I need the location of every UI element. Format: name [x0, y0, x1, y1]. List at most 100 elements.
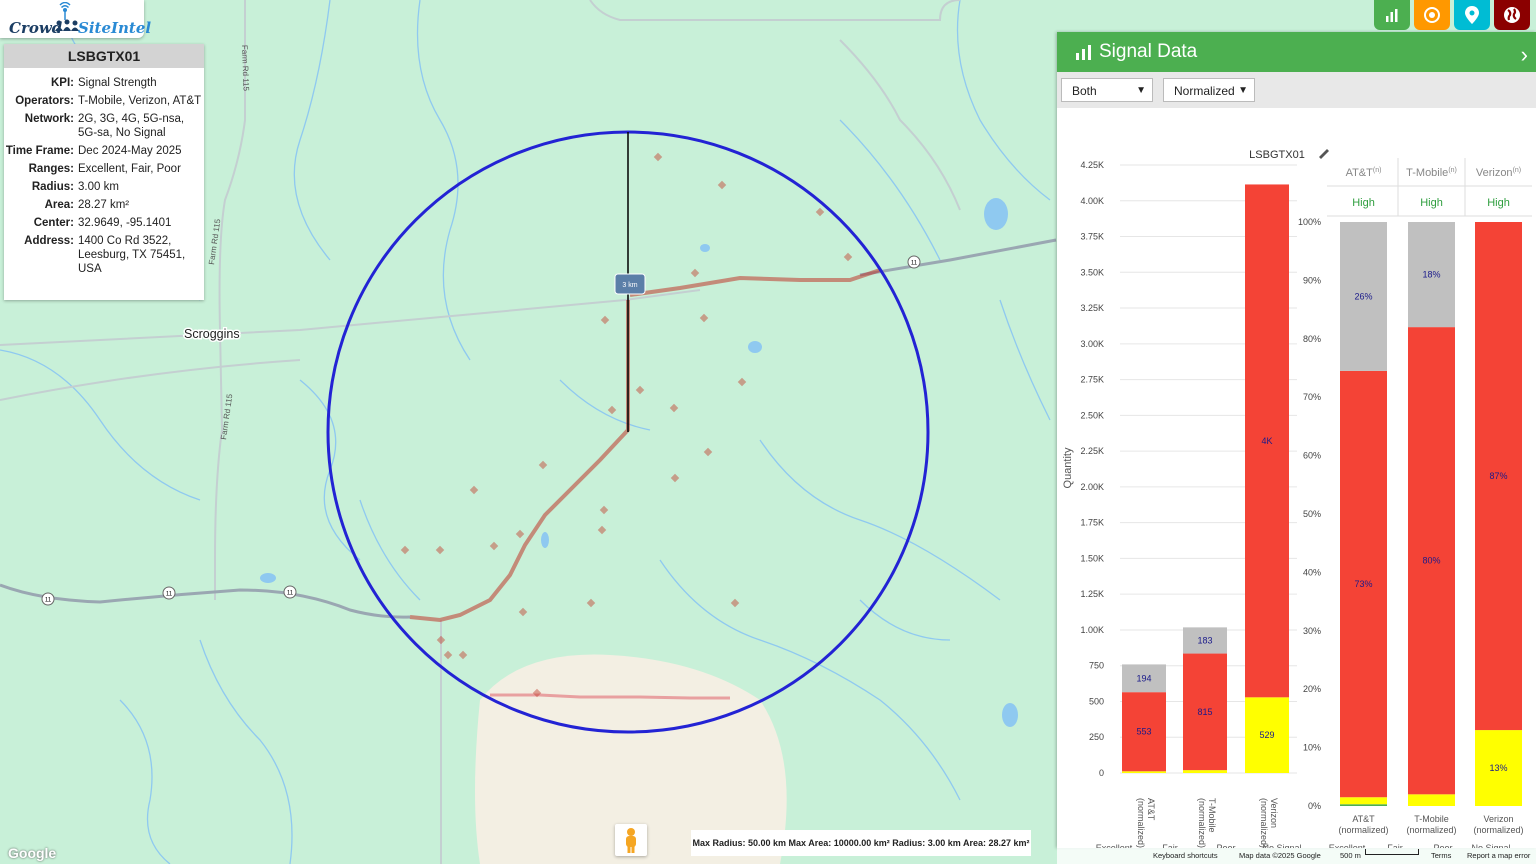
logo-site-text: SiteIntel: [78, 19, 152, 37]
column-header: T-Mobile(n): [1406, 167, 1457, 179]
report-error-link[interactable]: Report a map error: [1467, 851, 1530, 860]
radius-info-text: Max Radius: 50.00 km Max Area: 10000.00 …: [692, 838, 1030, 848]
x-tick-label: AT&T: [1146, 798, 1156, 821]
site-title: LSBGTX01: [4, 44, 204, 68]
data-label: 13%: [1489, 763, 1507, 773]
y-tick-label: 3.50K: [1080, 267, 1104, 277]
x-tick-label: (normalized): [1259, 798, 1269, 848]
data-label: 73%: [1354, 579, 1372, 589]
keyboard-shortcuts-link[interactable]: Keyboard shortcuts: [1153, 851, 1218, 860]
y-tick-label: 2.25K: [1080, 446, 1104, 456]
x-tick-label: T-Mobile: [1414, 814, 1449, 824]
site-info-panel: LSBGTX01 KPI: Signal Strength Operators: T-…: [4, 44, 204, 300]
y-tick-label: 2.00K: [1080, 482, 1104, 492]
signal-charts: 0 250 500 750 1.00K 1.25K 1.50K 1.75K 2.00K 2.25K…: [1062, 149, 1532, 848]
bar-segment: [1122, 771, 1166, 773]
info-row: Address: 1400 Co Rd 3522, Leesburg, TX 75…: [4, 234, 202, 280]
y-tick-label: 50%: [1303, 509, 1321, 519]
info-row: Area: 28.27 km²: [4, 198, 202, 216]
y-tick-label: 90%: [1303, 275, 1321, 285]
data-label: 18%: [1422, 270, 1440, 280]
scale-label: 500 m: [1340, 851, 1361, 860]
y-tick-label: 4.25K: [1080, 160, 1104, 170]
bar-chart-icon: [1386, 9, 1398, 22]
terms-link[interactable]: Terms: [1431, 851, 1451, 860]
info-key: Center:: [33, 217, 74, 229]
y-tick-label: 30%: [1303, 626, 1321, 636]
data-label: 194: [1136, 673, 1151, 683]
info-key: Area:: [44, 199, 74, 211]
y-tick-label: 20%: [1303, 684, 1321, 694]
bar-segment: [1408, 794, 1455, 806]
y-tick-label: 3.75K: [1080, 232, 1104, 242]
x-tick-label: (normalized): [1136, 798, 1146, 848]
x-tick-label: (normalized): [1406, 825, 1456, 835]
normalization-select[interactable]: Normalized ▼: [1163, 78, 1255, 102]
route-11-label: 11: [166, 592, 173, 598]
y-tick-label: 2.75K: [1080, 375, 1104, 385]
people-icon: [55, 19, 79, 31]
info-value: T-Mobile, Verizon, AT&T: [78, 95, 202, 107]
y-tick-label: 100%: [1298, 217, 1321, 227]
y-tick-label: 500: [1089, 696, 1104, 706]
x-tick-label: T-Mobile: [1207, 798, 1217, 833]
y-tick-label: 1.00K: [1080, 625, 1104, 635]
target-button[interactable]: [1414, 0, 1450, 30]
percentage-chart: AT&T(n) High T-Mobile(n) High Verizon(n) High…: [1298, 158, 1532, 835]
info-value: 2G, 3G, 4G, 5G-nsa, 5G-sa, No Signal: [78, 113, 185, 139]
chevron-down-icon: ▼: [1136, 85, 1146, 96]
normalization-select-value: Normalized: [1174, 84, 1235, 98]
bar-chart-icon: [1076, 45, 1091, 60]
location-pin-icon: [1465, 6, 1479, 24]
column-header: AT&T(n): [1346, 167, 1382, 179]
level-value: High: [1487, 197, 1510, 209]
top-toolbar: [1374, 0, 1530, 30]
info-row: Radius: 3.00 km: [4, 180, 202, 198]
y-tick-label: 0: [1099, 768, 1104, 778]
target-icon: [1424, 7, 1440, 23]
data-label: 80%: [1422, 556, 1440, 566]
street-view-pegman[interactable]: [615, 824, 647, 856]
map-footer: Keyboard shortcuts Map data ©2025 Google…: [1057, 848, 1536, 864]
y-tick-label: 80%: [1303, 334, 1321, 344]
radius-label: 3 km: [622, 282, 637, 289]
info-row: KPI: Signal Strength: [4, 76, 202, 94]
y-tick-label: 250: [1089, 732, 1104, 742]
signal-data-panel: Signal Data › Both ▼ Normalized ▼ 0 250 500 7…: [1057, 32, 1536, 848]
y-tick-label: 70%: [1303, 392, 1321, 402]
info-row: Time Frame: Dec 2024-May 2025: [4, 144, 202, 162]
y-tick-label: 750: [1089, 661, 1104, 671]
route-11-label: 11: [45, 598, 52, 604]
info-key: Time Frame:: [5, 145, 74, 157]
data-label: 26%: [1354, 291, 1372, 301]
info-key: Radius:: [31, 181, 74, 193]
data-label: 183: [1197, 635, 1212, 645]
y-tick-label: 4.00K: [1080, 196, 1104, 206]
signal-data-header: Signal Data ›: [1057, 32, 1536, 72]
mode-select-value: Both: [1072, 84, 1097, 98]
y-tick-label: 40%: [1303, 567, 1321, 577]
bar-segment: [1183, 770, 1227, 773]
data-label: 4K: [1261, 436, 1272, 446]
info-key: Operators:: [15, 95, 74, 107]
globe-button[interactable]: [1494, 0, 1530, 30]
info-row: Network: 2G, 3G, 4G, 5G-nsa, 5G-sa, No Si…: [4, 112, 202, 144]
map-data-text: Map data ©2025 Google: [1239, 851, 1321, 860]
edit-pencil-icon[interactable]: [1319, 149, 1329, 159]
info-value: Dec 2024-May 2025: [78, 145, 182, 157]
info-row: Center: 32.9649, -95.1401: [4, 216, 202, 234]
location-button[interactable]: [1454, 0, 1490, 30]
chart-toggle-button[interactable]: [1374, 0, 1410, 30]
app-logo[interactable]: Crowd SiteIntel: [0, 0, 151, 38]
info-value: Excellent, Fair, Poor: [78, 163, 181, 175]
collapse-chevron-icon[interactable]: ›: [1521, 42, 1528, 68]
y-tick-label: 2.50K: [1080, 410, 1104, 420]
mode-select[interactable]: Both ▼: [1061, 78, 1153, 102]
level-value: High: [1352, 197, 1375, 209]
level-value: High: [1420, 197, 1443, 209]
info-row: Operators: T-Mobile, Verizon, AT&T: [4, 94, 202, 112]
info-key: KPI:: [51, 77, 74, 89]
road-label: Farm Rd 115: [240, 45, 251, 92]
info-key: Ranges:: [28, 163, 74, 175]
town-label: Scroggins: [184, 327, 240, 341]
